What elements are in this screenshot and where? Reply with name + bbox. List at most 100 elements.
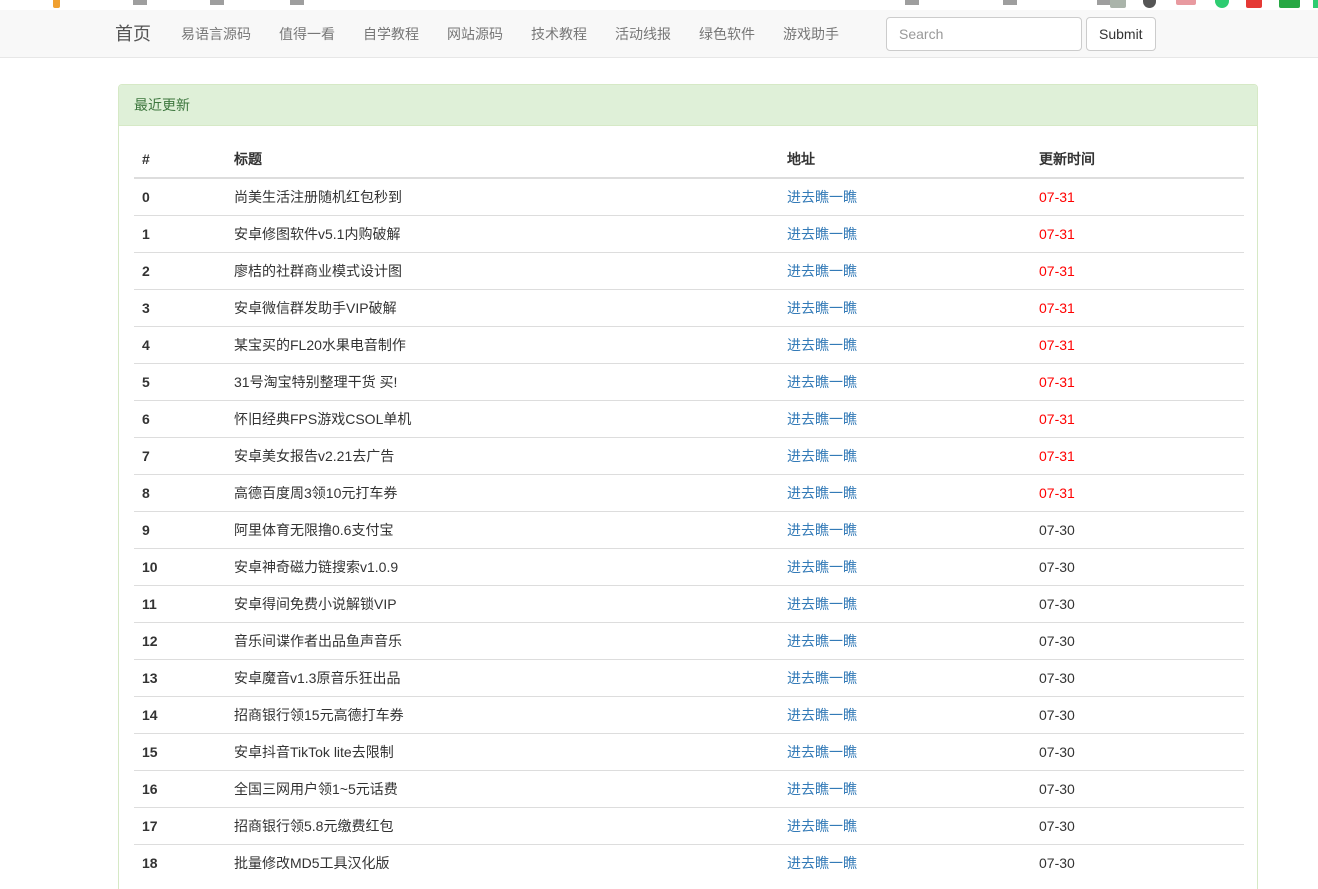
row-visit-link[interactable]: 进去瞧一瞧 — [787, 226, 857, 242]
search-form: Submit — [886, 17, 1156, 51]
table-row: 2廖桔的社群商业模式设计图进去瞧一瞧07-31 — [134, 253, 1244, 290]
panel-title: 最近更新 — [119, 85, 1257, 126]
table-row: 12音乐间谍作者出品鱼声音乐进去瞧一瞧07-30 — [134, 623, 1244, 660]
row-title: 安卓微信群发助手VIP破解 — [226, 290, 779, 327]
table-row: 6怀旧经典FPS游戏CSOL单机进去瞧一瞧07-31 — [134, 401, 1244, 438]
table-row: 4某宝买的FL20水果电音制作进去瞧一瞧07-31 — [134, 327, 1244, 364]
search-input[interactable] — [886, 17, 1082, 51]
row-date: 07-31 — [1031, 216, 1244, 253]
row-visit-link[interactable]: 进去瞧一瞧 — [787, 633, 857, 649]
row-visit-link[interactable]: 进去瞧一瞧 — [787, 855, 857, 871]
row-title: 安卓美女报告v2.21去广告 — [226, 438, 779, 475]
row-visit-link[interactable]: 进去瞧一瞧 — [787, 263, 857, 279]
nav-brand-home[interactable]: 首页 — [115, 10, 167, 58]
row-index: 10 — [134, 549, 226, 586]
extension-icon-green-square[interactable] — [1279, 0, 1300, 8]
row-index: 13 — [134, 660, 226, 697]
row-index: 4 — [134, 327, 226, 364]
nav-item-2[interactable]: 自学教程 — [349, 10, 433, 58]
row-visit-link[interactable]: 进去瞧一瞧 — [787, 818, 857, 834]
row-title: 安卓神奇磁力链搜索v1.0.9 — [226, 549, 779, 586]
extension-icon-green-sliver[interactable] — [1313, 0, 1318, 8]
row-visit-link[interactable]: 进去瞧一瞧 — [787, 337, 857, 353]
row-visit-link[interactable]: 进去瞧一瞧 — [787, 670, 857, 686]
row-title: 安卓抖音TikTok lite去限制 — [226, 734, 779, 771]
row-title: 批量修改MD5工具汉化版 — [226, 845, 779, 882]
row-title: 某宝买的FL20水果电音制作 — [226, 327, 779, 364]
nav-item-1[interactable]: 值得一看 — [265, 10, 349, 58]
bookmark-mark[interactable] — [133, 0, 147, 5]
extension-icon-green-circle[interactable] — [1215, 0, 1229, 8]
recent-updates-table: # 标题 地址 更新时间 0尚美生活注册随机红包秒到进去瞧一瞧07-311安卓修… — [134, 141, 1244, 881]
row-date: 07-30 — [1031, 808, 1244, 845]
bookmark-mark[interactable] — [1003, 0, 1017, 5]
row-visit-link[interactable]: 进去瞧一瞧 — [787, 596, 857, 612]
row-date: 07-30 — [1031, 512, 1244, 549]
row-title: 31号淘宝特别整理干货 买! — [226, 364, 779, 401]
table-row: 10安卓神奇磁力链搜索v1.0.9进去瞧一瞧07-30 — [134, 549, 1244, 586]
row-visit-link[interactable]: 进去瞧一瞧 — [787, 189, 857, 205]
row-link-cell: 进去瞧一瞧 — [779, 845, 1031, 882]
row-link-cell: 进去瞧一瞧 — [779, 734, 1031, 771]
row-visit-link[interactable]: 进去瞧一瞧 — [787, 707, 857, 723]
column-header-index: # — [134, 141, 226, 178]
row-index: 14 — [134, 697, 226, 734]
row-visit-link[interactable]: 进去瞧一瞧 — [787, 411, 857, 427]
row-index: 18 — [134, 845, 226, 882]
browser-chrome-strip — [0, 0, 1318, 10]
row-title: 招商银行领5.8元缴费红包 — [226, 808, 779, 845]
table-header-row: # 标题 地址 更新时间 — [134, 141, 1244, 178]
row-index: 7 — [134, 438, 226, 475]
row-visit-link[interactable]: 进去瞧一瞧 — [787, 559, 857, 575]
row-title: 高德百度周3领10元打车券 — [226, 475, 779, 512]
table-row: 0尚美生活注册随机红包秒到进去瞧一瞧07-31 — [134, 178, 1244, 216]
row-visit-link[interactable]: 进去瞧一瞧 — [787, 448, 857, 464]
row-date: 07-31 — [1031, 178, 1244, 216]
table-row: 14招商银行领15元高德打车券进去瞧一瞧07-30 — [134, 697, 1244, 734]
row-date: 07-31 — [1031, 475, 1244, 512]
row-link-cell: 进去瞧一瞧 — [779, 290, 1031, 327]
table-row: 7安卓美女报告v2.21去广告进去瞧一瞧07-31 — [134, 438, 1244, 475]
row-date: 07-31 — [1031, 290, 1244, 327]
row-visit-link[interactable]: 进去瞧一瞧 — [787, 300, 857, 316]
recent-updates-panel: 最近更新 # 标题 地址 更新时间 0尚美生活注册随机红包秒到进去瞧一瞧07-3… — [118, 84, 1258, 889]
nav-item-0[interactable]: 易语言源码 — [167, 10, 265, 58]
row-visit-link[interactable]: 进去瞧一瞧 — [787, 522, 857, 538]
row-index: 1 — [134, 216, 226, 253]
row-visit-link[interactable]: 进去瞧一瞧 — [787, 485, 857, 501]
row-link-cell: 进去瞧一瞧 — [779, 327, 1031, 364]
row-title: 安卓修图软件v5.1内购破解 — [226, 216, 779, 253]
row-title: 全国三网用户领1~5元话费 — [226, 771, 779, 808]
column-header-date: 更新时间 — [1031, 141, 1244, 178]
extension-icon-red-square[interactable] — [1246, 0, 1262, 8]
nav-item-4[interactable]: 技术教程 — [517, 10, 601, 58]
extension-icon-dark-circle[interactable] — [1143, 0, 1156, 8]
nav-item-7[interactable]: 游戏助手 — [769, 10, 853, 58]
row-date: 07-30 — [1031, 660, 1244, 697]
row-visit-link[interactable]: 进去瞧一瞧 — [787, 744, 857, 760]
extension-icon-camera[interactable] — [1110, 0, 1126, 8]
row-title: 廖桔的社群商业模式设计图 — [226, 253, 779, 290]
row-date: 07-30 — [1031, 697, 1244, 734]
row-date: 07-30 — [1031, 586, 1244, 623]
row-link-cell: 进去瞧一瞧 — [779, 808, 1031, 845]
search-submit-button[interactable]: Submit — [1086, 17, 1156, 51]
row-link-cell: 进去瞧一瞧 — [779, 178, 1031, 216]
navbar: 首页 易语言源码值得一看自学教程网站源码技术教程活动线报绿色软件游戏助手 Sub… — [0, 10, 1318, 58]
nav-item-3[interactable]: 网站源码 — [433, 10, 517, 58]
nav-item-6[interactable]: 绿色软件 — [685, 10, 769, 58]
row-index: 16 — [134, 771, 226, 808]
nav-item-5[interactable]: 活动线报 — [601, 10, 685, 58]
bookmark-mark[interactable] — [905, 0, 919, 5]
row-link-cell: 进去瞧一瞧 — [779, 660, 1031, 697]
bookmark-mark[interactable] — [1097, 0, 1111, 5]
table-row: 9阿里体育无限撸0.6支付宝进去瞧一瞧07-30 — [134, 512, 1244, 549]
row-visit-link[interactable]: 进去瞧一瞧 — [787, 374, 857, 390]
row-index: 12 — [134, 623, 226, 660]
extension-icon-pink-dots[interactable] — [1176, 0, 1196, 5]
bookmark-mark[interactable] — [290, 0, 304, 5]
table-row: 17招商银行领5.8元缴费红包进去瞧一瞧07-30 — [134, 808, 1244, 845]
bookmark-mark[interactable] — [210, 0, 224, 5]
recent-table-body: 0尚美生活注册随机红包秒到进去瞧一瞧07-311安卓修图软件v5.1内购破解进去… — [134, 178, 1244, 881]
row-visit-link[interactable]: 进去瞧一瞧 — [787, 781, 857, 797]
